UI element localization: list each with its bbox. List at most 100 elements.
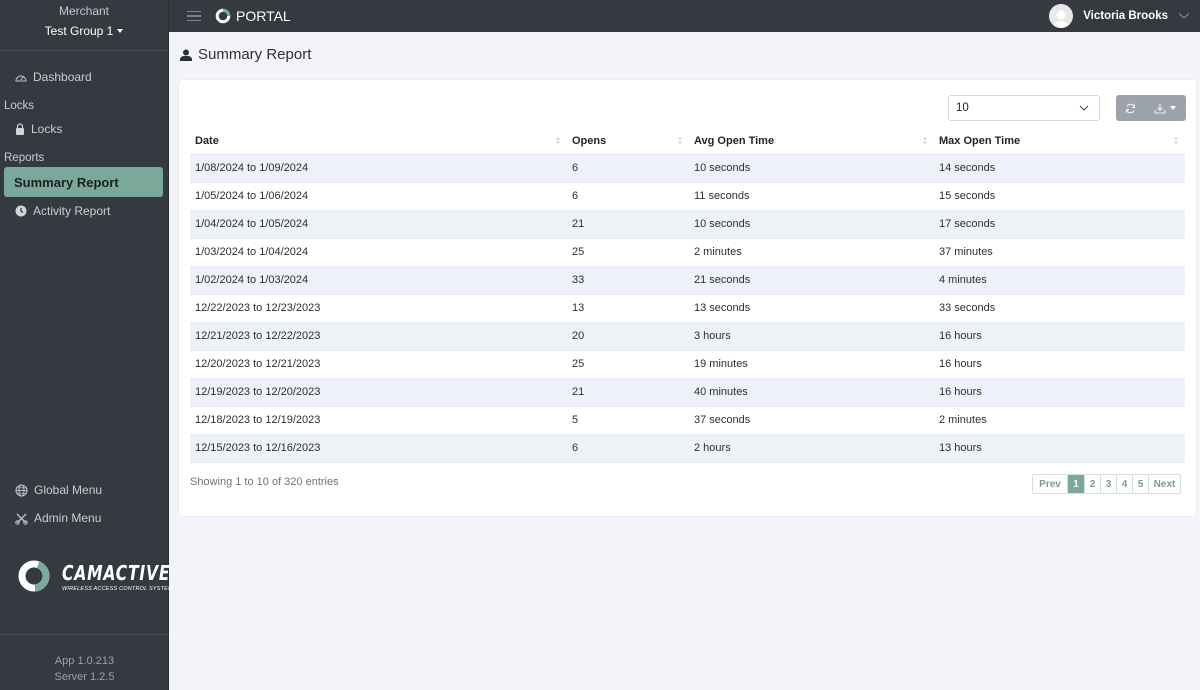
cell-date: 1/04/2024 to 1/05/2024 bbox=[190, 210, 567, 239]
cell-date: 1/05/2024 to 1/06/2024 bbox=[190, 182, 567, 211]
pagination-page-4[interactable]: 4 bbox=[1117, 475, 1133, 493]
sidebar-item-locks[interactable]: Locks bbox=[0, 115, 168, 143]
top-navbar: PORTAL Victoria Brooks bbox=[169, 0, 1200, 32]
download-icon bbox=[1154, 103, 1166, 114]
pagination: Prev 1 2 3 4 5 Next bbox=[1032, 474, 1181, 494]
cell-date: 1/02/2024 to 1/03/2024 bbox=[190, 266, 567, 295]
cell-date: 12/21/2023 to 12/22/2023 bbox=[190, 322, 567, 351]
cell-opens: 25 bbox=[567, 350, 689, 379]
pagination-next[interactable]: Next bbox=[1149, 475, 1180, 493]
portal-logo-icon bbox=[215, 8, 231, 24]
caret-down-icon bbox=[1170, 106, 1176, 110]
cell-opens: 25 bbox=[567, 238, 689, 267]
user-icon bbox=[180, 49, 192, 61]
cell-max-open-time: 16 hours bbox=[934, 378, 1185, 407]
cell-max-open-time: 33 seconds bbox=[934, 294, 1185, 323]
sidebar-item-label: Summary Report bbox=[14, 174, 119, 190]
cell-max-open-time: 2 minutes bbox=[934, 406, 1185, 435]
sort-icon bbox=[678, 137, 682, 144]
table-body: 1/08/2024 to 1/09/2024 6 10 seconds 14 seco… bbox=[190, 154, 1185, 463]
app-version: App 1.0.213 bbox=[54, 655, 115, 667]
table-info: Showing 1 to 10 of 320 entries bbox=[190, 476, 339, 488]
table-toolbar bbox=[1116, 95, 1186, 121]
hamburger-menu-icon[interactable] bbox=[187, 10, 201, 22]
cell-max-open-time: 15 seconds bbox=[934, 182, 1185, 211]
server-version: Server 1.2.5 bbox=[54, 671, 115, 683]
sidebar-item-label: Global Menu bbox=[34, 483, 103, 497]
sidebar-item-activity-report[interactable]: Activity Report bbox=[0, 197, 168, 225]
cell-opens: 5 bbox=[567, 406, 689, 435]
cell-date: 1/03/2024 to 1/04/2024 bbox=[190, 238, 567, 267]
chevron-down-icon bbox=[1079, 105, 1089, 111]
sort-icon bbox=[923, 137, 927, 144]
portal-brand[interactable]: PORTAL bbox=[215, 8, 291, 24]
table-header-row: Date Opens Avg Open Time Max Open Time bbox=[190, 128, 1185, 155]
pagination-page-3[interactable]: 3 bbox=[1101, 475, 1117, 493]
version-info: App 1.0.213 Server 1.2.5 bbox=[0, 634, 169, 685]
cell-avg-open-time: 40 minutes bbox=[689, 378, 934, 407]
cell-avg-open-time: 19 minutes bbox=[689, 350, 934, 379]
table-row: 12/20/2023 to 12/21/2023 25 19 minutes 16 h… bbox=[190, 350, 1185, 379]
sidebar-item-dashboard[interactable]: Dashboard bbox=[0, 63, 168, 91]
sidebar: Merchant Test Group 1 Dashboard Locks Lo… bbox=[0, 0, 173, 690]
cell-avg-open-time: 13 seconds bbox=[689, 294, 934, 323]
cell-opens: 21 bbox=[567, 210, 689, 239]
cell-max-open-time: 13 hours bbox=[934, 434, 1185, 463]
avatar bbox=[1049, 4, 1074, 28]
caret-down-icon bbox=[117, 29, 124, 33]
column-header-opens[interactable]: Opens bbox=[567, 128, 689, 155]
sidebar-item-label: Activity Report bbox=[33, 204, 111, 218]
user-name: Victoria Brooks bbox=[1083, 10, 1168, 22]
dashboard-gauge-icon bbox=[15, 75, 27, 82]
cell-max-open-time: 16 hours bbox=[934, 350, 1185, 379]
cell-date: 12/20/2023 to 12/21/2023 bbox=[190, 350, 567, 379]
column-header-max-open-time[interactable]: Max Open Time bbox=[934, 128, 1185, 155]
cell-opens: 20 bbox=[567, 322, 689, 351]
cell-date: 1/08/2024 to 1/09/2024 bbox=[190, 154, 567, 183]
logo-subtitle: WIRELESS ACCESS CONTROL SYSTEM bbox=[62, 585, 173, 592]
lock-icon bbox=[16, 123, 24, 135]
pagination-prev[interactable]: Prev bbox=[1033, 475, 1068, 493]
sidebar-item-summary-report[interactable]: Summary Report bbox=[4, 167, 163, 197]
sidebar-item-label: Admin Menu bbox=[34, 511, 102, 525]
sidebar-item-global-menu[interactable]: Global Menu bbox=[0, 476, 169, 504]
brand-label: PORTAL bbox=[236, 8, 291, 24]
table-row: 1/02/2024 to 1/03/2024 33 21 seconds 4 minu… bbox=[190, 266, 1185, 295]
cell-date: 12/15/2023 to 12/16/2023 bbox=[190, 434, 567, 463]
merchant-group-label: Test Group 1 bbox=[44, 24, 114, 38]
pagination-page-5[interactable]: 5 bbox=[1133, 475, 1149, 493]
cell-avg-open-time: 10 seconds bbox=[689, 154, 934, 183]
cell-opens: 33 bbox=[567, 266, 689, 295]
pagination-page-2[interactable]: 2 bbox=[1085, 475, 1101, 493]
globe-icon bbox=[15, 483, 28, 497]
pagination-page-1[interactable]: 1 bbox=[1068, 475, 1085, 493]
table-row: 1/04/2024 to 1/05/2024 21 10 seconds 17 sec… bbox=[190, 210, 1185, 239]
column-header-date[interactable]: Date bbox=[190, 128, 567, 155]
page-size-select[interactable]: 10 bbox=[948, 95, 1100, 121]
sidebar-item-admin-menu[interactable]: Admin Menu bbox=[0, 504, 169, 532]
export-dropdown-button[interactable] bbox=[1144, 95, 1186, 121]
cell-max-open-time: 14 seconds bbox=[934, 154, 1185, 183]
column-header-avg-open-time[interactable]: Avg Open Time bbox=[689, 128, 934, 155]
camactive-logo: CAMACTIVE WIRELESS ACCESS CONTROL SYSTEM bbox=[18, 560, 201, 592]
table-row: 1/03/2024 to 1/04/2024 25 2 minutes 37 minu… bbox=[190, 238, 1185, 267]
merchant-label: Merchant bbox=[58, 4, 110, 18]
clock-icon bbox=[15, 205, 27, 217]
logo-title: CAMACTIVE bbox=[62, 560, 171, 585]
refresh-icon bbox=[1125, 103, 1135, 113]
cell-avg-open-time: 21 seconds bbox=[689, 266, 934, 295]
cell-avg-open-time: 11 seconds bbox=[689, 182, 934, 211]
cell-avg-open-time: 37 seconds bbox=[689, 406, 934, 435]
merchant-group-dropdown[interactable]: Test Group 1 bbox=[45, 24, 124, 38]
cell-max-open-time: 16 hours bbox=[934, 322, 1185, 351]
cell-avg-open-time: 2 hours bbox=[689, 434, 934, 463]
merchant-selector: Merchant Test Group 1 bbox=[0, 0, 168, 51]
table-row: 12/21/2023 to 12/22/2023 20 3 hours 16 hour… bbox=[190, 322, 1185, 351]
cell-opens: 6 bbox=[567, 434, 689, 463]
user-silhouette-icon bbox=[1053, 10, 1070, 28]
cell-avg-open-time: 10 seconds bbox=[689, 210, 934, 239]
cell-opens: 21 bbox=[567, 378, 689, 407]
user-menu[interactable]: Victoria Brooks bbox=[1049, 4, 1190, 28]
table-row: 1/05/2024 to 1/06/2024 6 11 seconds 15 seco… bbox=[190, 182, 1185, 211]
refresh-button[interactable] bbox=[1116, 95, 1144, 121]
